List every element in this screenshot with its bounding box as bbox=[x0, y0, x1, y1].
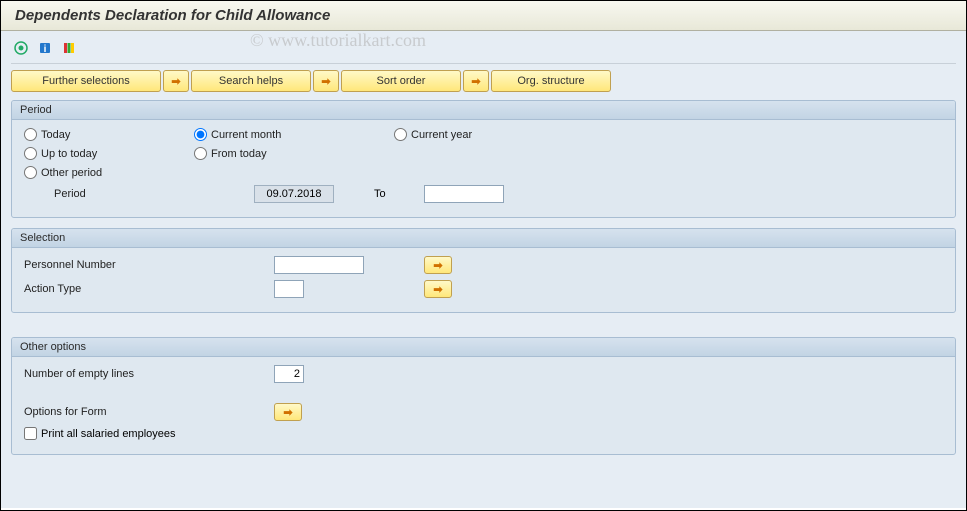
radio-from-today[interactable]: From today bbox=[194, 147, 394, 160]
further-selections-button[interactable]: Further selections bbox=[11, 70, 161, 92]
arrow-right-icon: ➡ bbox=[433, 283, 442, 296]
radio-current-year[interactable]: Current year bbox=[394, 128, 574, 141]
radio-up-to-today-label: Up to today bbox=[41, 148, 97, 160]
period-group: Period Today Current month Current year … bbox=[11, 100, 956, 218]
svg-text:i: i bbox=[44, 44, 47, 55]
org-structure-arrow-button[interactable]: ➡ bbox=[463, 70, 489, 92]
period-legend: Period bbox=[12, 101, 955, 120]
radio-current-month[interactable]: Current month bbox=[194, 128, 394, 141]
period-to-input[interactable] bbox=[424, 185, 504, 203]
other-options-legend: Other options bbox=[12, 338, 955, 357]
personnel-number-multi-button[interactable]: ➡ bbox=[424, 256, 452, 274]
arrow-right-icon: ➡ bbox=[283, 406, 292, 419]
selection-group: Selection Personnel Number ➡ Action Type… bbox=[11, 228, 956, 313]
period-to-label: To bbox=[334, 188, 424, 200]
personnel-number-label: Personnel Number bbox=[24, 259, 274, 271]
search-helps-button[interactable]: Search helps bbox=[191, 70, 311, 92]
radio-current-month-label: Current month bbox=[211, 129, 281, 141]
arrow-right-icon: ➡ bbox=[471, 75, 480, 88]
selection-legend: Selection bbox=[12, 229, 955, 248]
sort-order-button[interactable]: Sort order bbox=[341, 70, 461, 92]
radio-up-to-today[interactable]: Up to today bbox=[24, 147, 194, 160]
empty-lines-label: Number of empty lines bbox=[24, 368, 274, 380]
radio-today-label: Today bbox=[41, 129, 70, 141]
radio-today[interactable]: Today bbox=[24, 128, 194, 141]
print-all-checkbox[interactable]: Print all salaried employees bbox=[24, 427, 176, 440]
empty-lines-input[interactable] bbox=[274, 365, 304, 383]
org-structure-button[interactable]: Org. structure bbox=[491, 70, 611, 92]
action-type-label: Action Type bbox=[24, 283, 274, 295]
variant-icon[interactable] bbox=[59, 39, 79, 57]
arrow-right-icon: ➡ bbox=[171, 75, 180, 88]
options-form-button[interactable]: ➡ bbox=[274, 403, 302, 421]
arrow-right-icon: ➡ bbox=[433, 259, 442, 272]
print-all-label: Print all salaried employees bbox=[41, 428, 176, 440]
sort-order-arrow-button[interactable]: ➡ bbox=[313, 70, 339, 92]
radio-current-year-label: Current year bbox=[411, 129, 472, 141]
arrow-right-icon: ➡ bbox=[321, 75, 330, 88]
app-toolbar: Further selections ➡ Search helps ➡ Sort… bbox=[11, 70, 956, 92]
action-type-multi-button[interactable]: ➡ bbox=[424, 280, 452, 298]
period-from-input[interactable] bbox=[254, 185, 334, 203]
other-options-group: Other options Number of empty lines Opti… bbox=[11, 337, 956, 455]
options-form-label: Options for Form bbox=[24, 406, 274, 418]
info-icon[interactable]: i bbox=[35, 39, 55, 57]
search-helps-arrow-button[interactable]: ➡ bbox=[163, 70, 189, 92]
radio-other-period[interactable]: Other period bbox=[24, 166, 194, 179]
radio-from-today-label: From today bbox=[211, 148, 267, 160]
period-label: Period bbox=[24, 188, 254, 200]
execute-icon[interactable] bbox=[11, 39, 31, 57]
page-title: Dependents Declaration for Child Allowan… bbox=[1, 1, 966, 31]
personnel-number-input[interactable] bbox=[274, 256, 364, 274]
action-type-input[interactable] bbox=[274, 280, 304, 298]
system-toolbar: i bbox=[11, 35, 956, 64]
content-area: © www.tutorialkart.com i Further selecti… bbox=[1, 31, 966, 508]
radio-other-period-label: Other period bbox=[41, 167, 102, 179]
